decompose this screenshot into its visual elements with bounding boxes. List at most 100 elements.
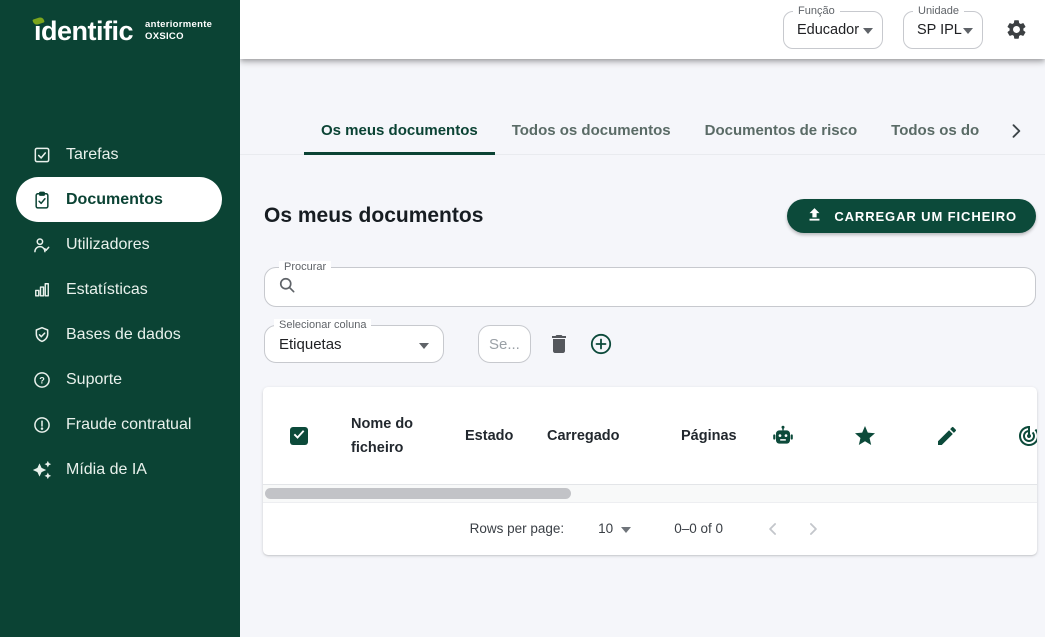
filter-row: Selecionar coluna Etiquetas Se... bbox=[264, 325, 1036, 363]
tab-label: Todos os do bbox=[891, 122, 979, 139]
search-label: Procurar bbox=[279, 261, 331, 273]
unit-select-value: SP IPL bbox=[917, 22, 962, 38]
tab-label: Os meus documentos bbox=[321, 122, 478, 139]
horizontal-scrollbar-thumb[interactable] bbox=[265, 488, 571, 499]
rows-per-page-value: 10 bbox=[598, 521, 613, 536]
sidebar-item-label: Estatísticas bbox=[66, 281, 148, 299]
check-icon bbox=[292, 427, 306, 446]
settings-button[interactable] bbox=[1005, 17, 1031, 43]
search-input[interactable] bbox=[306, 279, 1023, 295]
tag-value-field[interactable]: Se... bbox=[478, 325, 531, 363]
sidebar-item-label: Suporte bbox=[66, 371, 122, 389]
app-root: identific anteriormente OXSICO Tarefas D… bbox=[0, 0, 1045, 637]
svg-text:?: ? bbox=[39, 375, 45, 385]
shield-check-icon bbox=[32, 325, 52, 345]
upload-file-button[interactable]: CARREGAR UM FICHEIRO bbox=[787, 199, 1036, 233]
unit-select-label: Unidade bbox=[913, 5, 964, 17]
next-page-button[interactable] bbox=[801, 517, 825, 541]
tag-value-text: Se... bbox=[489, 336, 520, 353]
sidebar-item-label: Utilizadores bbox=[66, 236, 150, 254]
alert-icon bbox=[32, 415, 52, 435]
gear-icon bbox=[1005, 18, 1031, 41]
sidebar-item-bases-de-dados[interactable]: Bases de dados bbox=[16, 312, 222, 357]
tab-label: Documentos de risco bbox=[705, 122, 858, 139]
role-select-label: Função bbox=[793, 5, 840, 17]
brand-tagline: anteriormente OXSICO bbox=[145, 19, 212, 43]
add-circle-icon bbox=[589, 332, 613, 356]
sidebar-item-label: Mídia de IA bbox=[66, 461, 147, 479]
sidebar-item-label: Bases de dados bbox=[66, 326, 181, 344]
sidebar-item-documentos[interactable]: Documentos bbox=[16, 177, 222, 222]
search-field[interactable]: Procurar bbox=[264, 267, 1036, 307]
chevron-down-icon bbox=[621, 527, 631, 533]
sidebar-nav: Tarefas Documentos Utilizadores Estatíst… bbox=[0, 132, 240, 492]
brand-name: identific bbox=[34, 16, 133, 46]
stats-icon bbox=[32, 280, 52, 300]
page-title: Os meus documentos bbox=[264, 204, 483, 228]
tab-todos-os-documentos[interactable]: Todos os documentos bbox=[495, 107, 688, 154]
select-all-checkbox[interactable] bbox=[290, 427, 308, 445]
previous-page-button[interactable] bbox=[761, 517, 785, 541]
track-changes-column-icon[interactable] bbox=[1017, 424, 1037, 448]
chevron-down-icon bbox=[419, 343, 429, 349]
brand: identific anteriormente OXSICO bbox=[0, 0, 240, 46]
topbar: Função Educador Unidade SP IPL bbox=[240, 0, 1045, 59]
column-select[interactable]: Selecionar coluna Etiquetas bbox=[264, 325, 444, 363]
delete-filter-button[interactable] bbox=[547, 332, 571, 356]
title-row: Os meus documentos CARREGAR UM FICHEIRO bbox=[264, 199, 1036, 233]
tabs-bar: Os meus documentos Todos os documentos D… bbox=[240, 107, 1045, 155]
sidebar-item-suporte[interactable]: ? Suporte bbox=[16, 357, 222, 402]
main-content: Os meus documentos Todos os documentos D… bbox=[240, 59, 1045, 637]
rows-per-page-select[interactable]: 10 bbox=[598, 521, 631, 536]
role-select-value: Educador bbox=[797, 22, 859, 38]
pagination-range: 0–0 of 0 bbox=[674, 521, 723, 536]
unit-select[interactable]: Unidade SP IPL bbox=[903, 11, 983, 49]
sidebar-item-estatisticas[interactable]: Estatísticas bbox=[16, 267, 222, 312]
sidebar-item-fraude-contratual[interactable]: Fraude contratual bbox=[16, 402, 222, 447]
tab-label: Todos os documentos bbox=[512, 122, 671, 139]
trash-icon bbox=[547, 332, 571, 356]
table-header-row: Nome do ficheiro Estado Carregado Página… bbox=[263, 387, 1037, 485]
upload-button-label: CARREGAR UM FICHEIRO bbox=[834, 209, 1017, 224]
column-header-nome-do-ficheiro[interactable]: Nome do ficheiro bbox=[351, 412, 415, 460]
tabs-scroll-right-button[interactable] bbox=[1004, 119, 1028, 143]
star-column-icon[interactable] bbox=[853, 424, 877, 448]
upload-icon bbox=[806, 206, 823, 226]
chevron-down-icon bbox=[963, 28, 973, 34]
tab-todos-os-do[interactable]: Todos os do bbox=[874, 107, 980, 154]
edit-pencil-column-icon[interactable] bbox=[935, 424, 959, 448]
sparkles-icon bbox=[32, 460, 52, 480]
sidebar: identific anteriormente OXSICO Tarefas D… bbox=[0, 0, 240, 637]
brand-tagline-line2: OXSICO bbox=[145, 31, 212, 43]
task-icon bbox=[32, 145, 52, 165]
role-select[interactable]: Função Educador bbox=[783, 11, 883, 49]
chevron-left-icon bbox=[763, 519, 783, 539]
users-icon bbox=[32, 235, 52, 255]
sidebar-item-midia-de-ia[interactable]: Mídia de IA bbox=[16, 447, 222, 492]
column-header-estado[interactable]: Estado bbox=[465, 424, 513, 448]
table-pagination: Rows per page: 10 0–0 of 0 bbox=[263, 502, 1037, 554]
tab-os-meus-documentos[interactable]: Os meus documentos bbox=[304, 107, 495, 154]
tab-documentos-de-risco[interactable]: Documentos de risco bbox=[688, 107, 875, 154]
add-filter-button[interactable] bbox=[589, 332, 613, 356]
search-icon bbox=[277, 275, 297, 300]
horizontal-scrollbar-track[interactable] bbox=[263, 485, 1037, 502]
ai-robot-column-icon[interactable] bbox=[771, 424, 795, 448]
column-select-value: Etiquetas bbox=[279, 336, 342, 353]
column-header-carregado[interactable]: Carregado bbox=[547, 424, 620, 448]
column-header-paginas[interactable]: Páginas bbox=[681, 424, 737, 448]
sidebar-item-label: Documentos bbox=[66, 191, 163, 209]
sidebar-item-tarefas[interactable]: Tarefas bbox=[16, 132, 222, 177]
rows-per-page-label: Rows per page: bbox=[470, 521, 565, 536]
brand-logo: identific bbox=[34, 16, 133, 46]
sidebar-item-label: Fraude contratual bbox=[66, 416, 191, 434]
chevron-right-icon bbox=[1006, 121, 1026, 141]
documents-table-card: Nome do ficheiro Estado Carregado Página… bbox=[263, 387, 1037, 555]
help-icon: ? bbox=[32, 370, 52, 390]
column-select-label: Selecionar coluna bbox=[274, 319, 371, 331]
chevron-right-icon bbox=[803, 519, 823, 539]
sidebar-item-label: Tarefas bbox=[66, 146, 118, 164]
brand-tagline-line1: anteriormente bbox=[145, 19, 212, 31]
sidebar-item-utilizadores[interactable]: Utilizadores bbox=[16, 222, 222, 267]
documents-icon bbox=[32, 190, 52, 210]
